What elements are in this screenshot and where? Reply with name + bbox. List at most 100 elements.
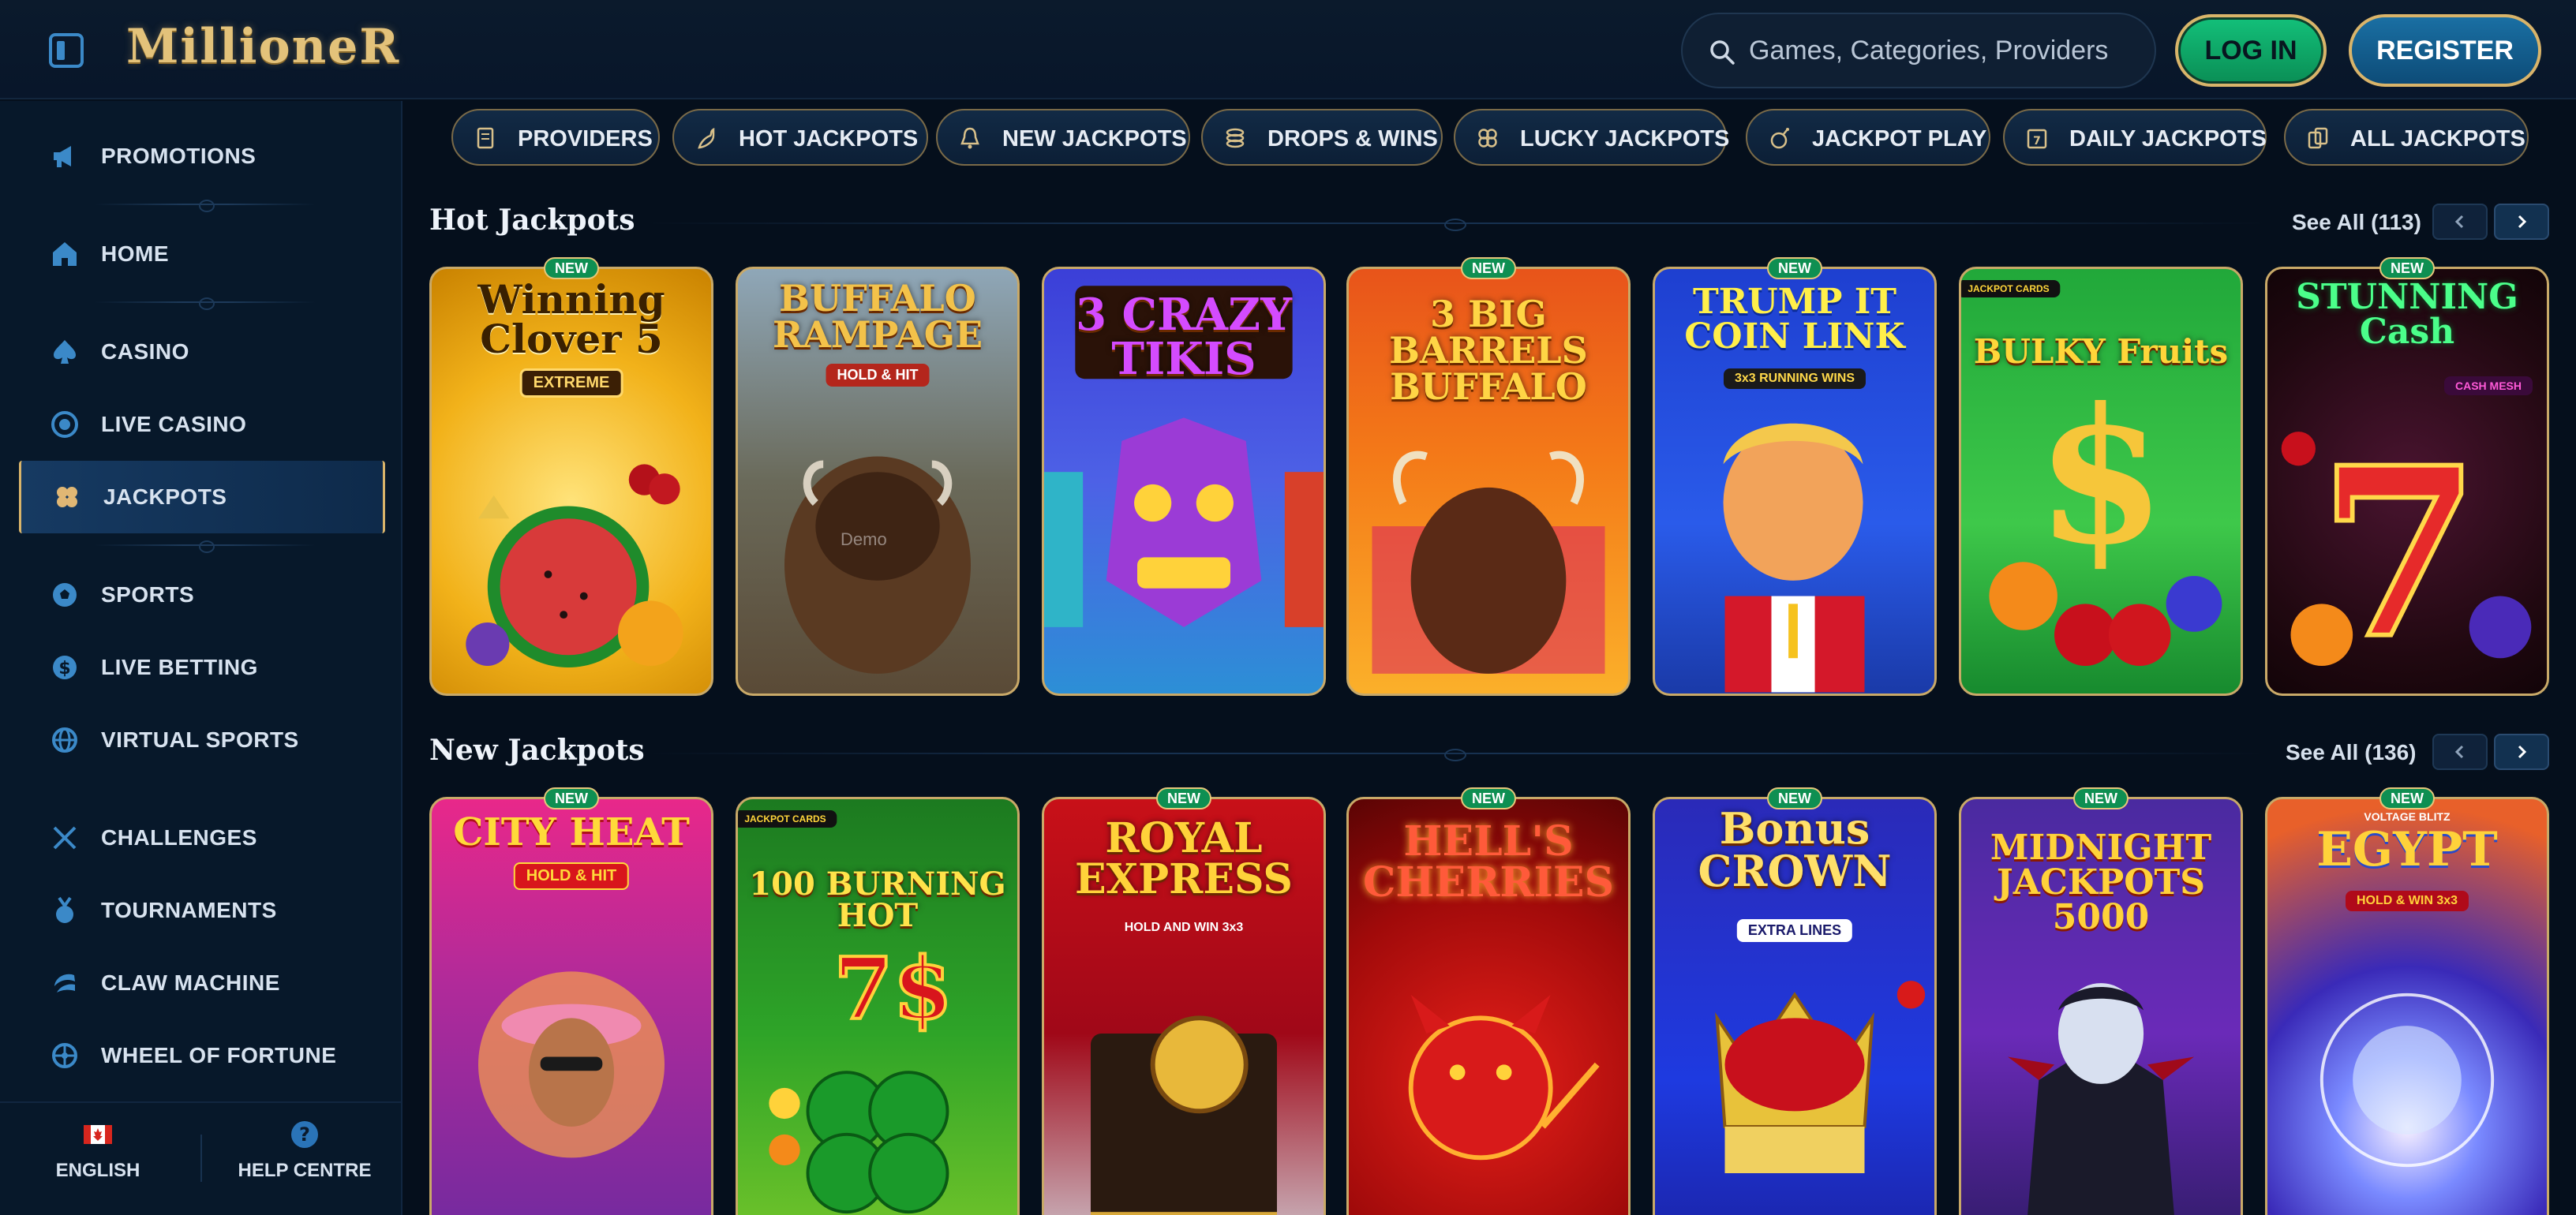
game-subtitle: HOLD & HIT bbox=[826, 364, 930, 387]
see-all-new-link[interactable]: See All (136) bbox=[2286, 740, 2416, 765]
sidebar-item-label: CASINO bbox=[101, 339, 189, 364]
game-card[interactable]: 7$ 100 BURNING HOT JACKPOT CARDS bbox=[736, 797, 1020, 1215]
sidebar-item-tournaments[interactable]: TOURNAMENTS bbox=[19, 874, 385, 947]
sidebar-toggle-icon[interactable] bbox=[49, 33, 84, 68]
divider bbox=[95, 200, 316, 212]
game-title: CITY HEAT bbox=[453, 810, 690, 854]
sidebar-item-live-casino[interactable]: LIVE CASINO bbox=[19, 388, 385, 461]
game-card[interactable]: 7 STUNNING Cash CASH MESH bbox=[2265, 267, 2549, 696]
game-card[interactable]: Bonus CROWN EXTRA LINES bbox=[1653, 797, 1937, 1215]
sidebar-item-claw-machine[interactable]: CLAW MACHINE bbox=[19, 947, 385, 1019]
new-badge: NEW bbox=[2073, 787, 2129, 809]
pill-label: ALL JACKPOTS bbox=[2350, 126, 2525, 151]
sidebar-item-live-betting[interactable]: $ LIVE BETTING bbox=[19, 631, 385, 704]
new-badge: NEW bbox=[1461, 257, 1516, 279]
sidebar-item-virtual-sports[interactable]: VIRTUAL SPORTS bbox=[19, 704, 385, 776]
document-icon bbox=[477, 127, 494, 149]
sidebar-item-wheel-of-fortune[interactable]: WHEEL OF FORTUNE bbox=[19, 1019, 385, 1092]
pill-jackpot-play[interactable]: JACKPOT PLAY bbox=[1746, 109, 1990, 166]
login-button[interactable]: LOG IN bbox=[2175, 14, 2327, 87]
sidebar-item-casino[interactable]: CASINO bbox=[19, 316, 385, 388]
pill-providers[interactable]: PROVIDERS bbox=[451, 109, 660, 166]
game-card[interactable]: $ BULKY Fruits JACKPOT CARDS bbox=[1959, 267, 2243, 696]
game-subtitle: HOLD & HIT bbox=[513, 862, 630, 890]
game-title: 100 BURNING HOT bbox=[749, 865, 1006, 934]
pill-new-jackpots[interactable]: NEW JACKPOTS bbox=[936, 109, 1190, 166]
category-pills: PROVIDERS HOT JACKPOTS NEW JACKPOTS DROP… bbox=[451, 109, 2535, 167]
cards-icon bbox=[2308, 127, 2328, 149]
calendar-icon: 7 bbox=[2027, 129, 2047, 149]
game-title: 3 CRAZY TIKIS bbox=[1076, 289, 1292, 385]
chevron-right-icon bbox=[2518, 745, 2527, 759]
chevron-left-icon bbox=[2454, 215, 2464, 229]
top-bar: MillioneR LOG IN REGISTER bbox=[0, 0, 2576, 99]
new-next-button[interactable] bbox=[2494, 734, 2549, 770]
game-card[interactable]: HELL'S CHERRIES bbox=[1346, 797, 1631, 1215]
game-title: HELL'S CHERRIES bbox=[1362, 817, 1615, 907]
game-subtitle: JACKPOT CARDS bbox=[738, 810, 837, 828]
svg-text:$: $ bbox=[58, 659, 70, 679]
svg-text:7: 7 bbox=[2033, 135, 2041, 148]
new-badge: NEW bbox=[544, 257, 599, 279]
search-box[interactable] bbox=[1681, 13, 2156, 88]
pill-label: JACKPOT PLAY bbox=[1812, 126, 1987, 151]
new-badge: NEW bbox=[1156, 787, 1211, 809]
language-label: ENGLISH bbox=[55, 1160, 140, 1181]
pill-lucky-jackpots[interactable]: LUCKY JACKPOTS bbox=[1454, 109, 1729, 166]
game-title: TRUMP IT COIN LINK bbox=[1684, 282, 1905, 357]
see-all-hot-link[interactable]: See All (113) bbox=[2292, 210, 2421, 235]
sidebar-item-challenges[interactable]: CHALLENGES bbox=[19, 802, 385, 874]
sidebar-item-label: JACKPOTS bbox=[103, 484, 227, 509]
game-title: 3 BIG BARRELS BUFFALO bbox=[1389, 293, 1588, 408]
sidebar-item-sports[interactable]: SPORTS bbox=[19, 559, 385, 631]
hot-next-button[interactable] bbox=[2494, 204, 2549, 240]
section-title-new-jackpots: New Jackpots bbox=[429, 734, 645, 767]
pill-label: DROPS & WINS bbox=[1267, 126, 1438, 151]
game-card[interactable]: ROYAL EXPRESS HOLD AND WIN 3x3 bbox=[1042, 797, 1326, 1215]
game-card[interactable]: VOLTAGE BLITZ EGYPT HOLD & WIN 3x3 bbox=[2265, 797, 2549, 1215]
pill-label: HOT JACKPOTS bbox=[739, 126, 919, 151]
help-icon: ? bbox=[291, 1121, 318, 1148]
game-card[interactable]: BUFFALO RAMPAGE HOLD & HIT Demo bbox=[736, 267, 1020, 696]
pill-drops-wins[interactable]: DROPS & WINS bbox=[1201, 109, 1443, 166]
sidebar-item-jackpots[interactable]: JACKPOTS bbox=[19, 461, 385, 533]
demo-label: Demo bbox=[841, 529, 887, 549]
sidebar-item-promotions[interactable]: PROMOTIONS bbox=[19, 120, 385, 193]
help-centre-link[interactable]: ? HELP CENTRE bbox=[218, 1119, 391, 1198]
sidebar-item-label: VIRTUAL SPORTS bbox=[101, 727, 299, 752]
svg-text:7$: 7$ bbox=[833, 937, 953, 1038]
sidebar-item-label: WHEEL OF FORTUNE bbox=[101, 1043, 337, 1067]
bomb-icon bbox=[1770, 128, 1789, 149]
game-card[interactable]: TRUMP IT COIN LINK 3x3 RUNNING WINS bbox=[1653, 267, 1937, 696]
register-button[interactable]: REGISTER bbox=[2349, 14, 2541, 87]
game-title: Winning Clover 5 bbox=[477, 276, 665, 362]
sidebar-item-label: CHALLENGES bbox=[101, 825, 257, 850]
pill-daily-jackpots[interactable]: 7 DAILY JACKPOTS bbox=[2003, 109, 2267, 166]
chip-icon bbox=[51, 411, 78, 438]
sidebar-item-home[interactable]: HOME bbox=[19, 218, 385, 290]
pill-all-jackpots[interactable]: ALL JACKPOTS bbox=[2284, 109, 2529, 166]
sidebar-item-label: CLAW MACHINE bbox=[101, 970, 280, 995]
game-card[interactable]: 3 CRAZY TIKIS bbox=[1042, 267, 1326, 696]
new-prev-button[interactable] bbox=[2432, 734, 2488, 770]
clover-icon bbox=[57, 487, 77, 507]
game-title: STUNNING Cash bbox=[2296, 277, 2518, 352]
game-card[interactable]: CITY HEAT HOLD & HIT bbox=[429, 797, 713, 1215]
game-card[interactable]: Winning Clover 5 EXTREME bbox=[429, 267, 713, 696]
language-selector[interactable]: ENGLISH bbox=[11, 1119, 185, 1198]
search-input[interactable] bbox=[1749, 14, 2144, 87]
claw-icon bbox=[54, 974, 75, 993]
game-card[interactable]: 3 BIG BARRELS BUFFALO bbox=[1346, 267, 1631, 696]
hot-prev-button[interactable] bbox=[2432, 204, 2488, 240]
pill-label: DAILY JACKPOTS bbox=[2069, 126, 2267, 151]
game-subtitle: CASH MESH bbox=[2443, 376, 2533, 395]
dollar-coin-icon: $ bbox=[53, 656, 77, 679]
clover-icon bbox=[1478, 129, 1497, 148]
site-logo[interactable]: MillioneR bbox=[126, 19, 400, 82]
pill-hot-jackpots[interactable]: HOT JACKPOTS bbox=[672, 109, 928, 166]
chevron-right-icon bbox=[2518, 215, 2527, 229]
game-subtitle: HOLD AND WIN 3x3 bbox=[1124, 921, 1244, 934]
game-card[interactable]: MIDNIGHT JACKPOTS 5000 bbox=[1959, 797, 2243, 1215]
game-subtitle: EXTRA LINES bbox=[1736, 919, 1853, 942]
bell-icon bbox=[960, 127, 979, 149]
